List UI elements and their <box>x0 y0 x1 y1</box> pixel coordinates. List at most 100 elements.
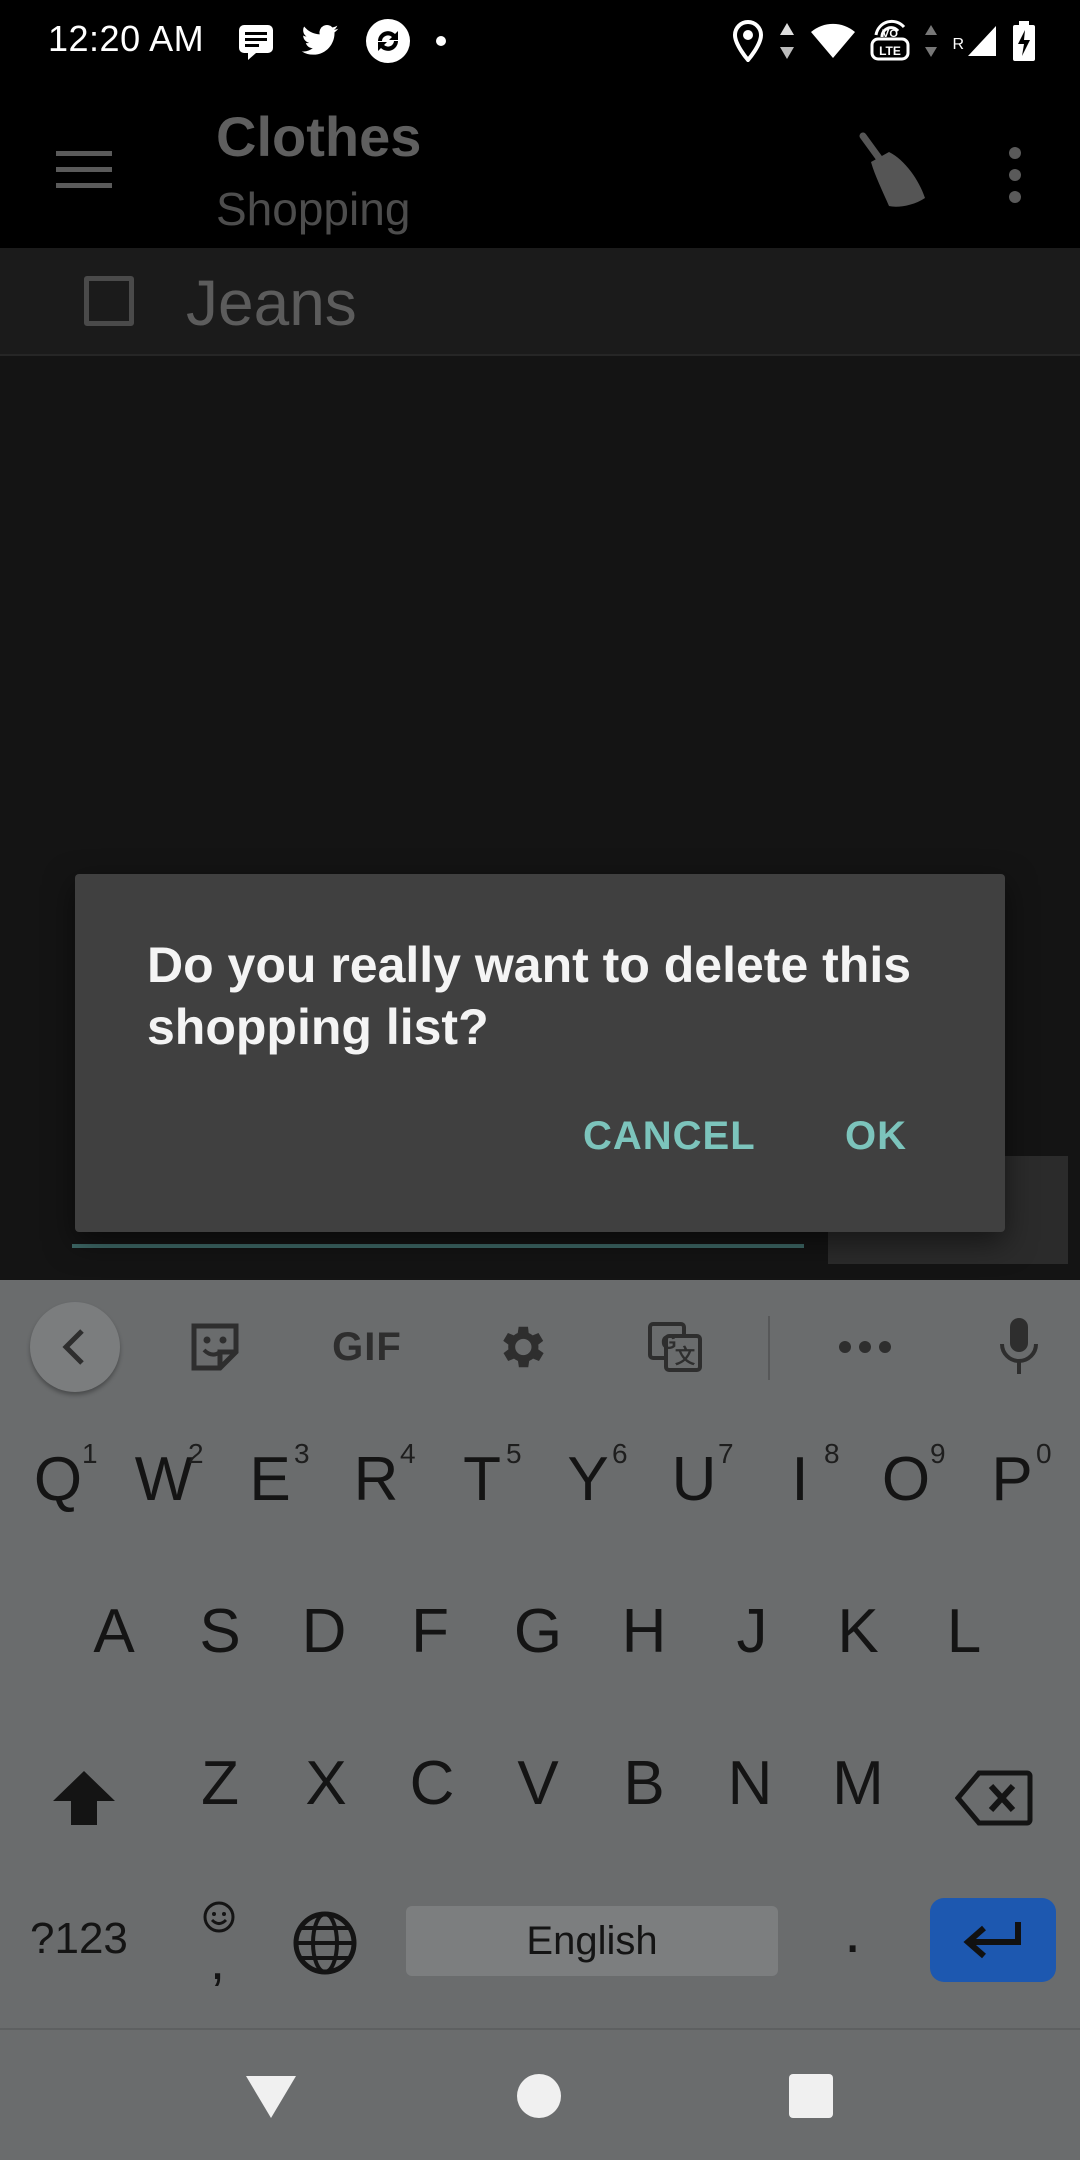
more-icon <box>839 1341 891 1353</box>
back-triangle-icon <box>246 2076 296 2118</box>
key-hint: 6 <box>612 1438 628 1469</box>
backspace-key[interactable] <box>944 1758 1044 1838</box>
data-arrows-icon <box>924 21 938 61</box>
key-a[interactable]: A <box>64 1596 164 1667</box>
message-icon <box>236 21 276 61</box>
delete-confirm-dialog: Do you really want to delete this shoppi… <box>75 874 1005 1232</box>
key-g[interactable]: G <box>488 1596 588 1667</box>
dialog-message: Do you really want to delete this shoppi… <box>147 937 912 1055</box>
menu-button[interactable] <box>42 134 126 204</box>
nav-home-button[interactable] <box>504 2066 574 2126</box>
svg-text:LTE: LTE <box>880 44 902 58</box>
roaming-label: R <box>952 36 964 53</box>
key-m[interactable]: M <box>808 1748 908 1819</box>
key-d[interactable]: D <box>274 1596 374 1667</box>
menu-icon <box>56 151 112 188</box>
battery-icon <box>1012 20 1036 62</box>
enter-key[interactable] <box>930 1898 1056 1982</box>
mic-icon <box>1000 1318 1038 1374</box>
symbols-key[interactable]: ?123 <box>30 1914 128 1964</box>
emoji-comma-key[interactable]: , <box>196 1900 242 1991</box>
key-s[interactable]: S <box>170 1596 270 1667</box>
gif-button[interactable]: GIF <box>322 1302 412 1392</box>
key-hint: 5 <box>506 1438 522 1469</box>
globe-icon <box>293 1911 357 1975</box>
location-icon <box>732 20 764 62</box>
wifi-icon <box>810 22 856 60</box>
key-f[interactable]: F <box>380 1596 480 1667</box>
more-options-button[interactable] <box>990 130 1040 220</box>
page-subtitle: Shopping <box>216 183 411 235</box>
mic-button[interactable] <box>984 1302 1054 1392</box>
key-b[interactable]: B <box>594 1748 694 1819</box>
gif-icon: GIF <box>332 1324 402 1369</box>
svg-text:VO: VO <box>882 28 898 40</box>
key-j[interactable]: J <box>702 1596 802 1667</box>
ok-button[interactable]: OK <box>845 1114 907 1159</box>
item-label: Jeans <box>186 267 357 339</box>
key-c[interactable]: C <box>382 1748 482 1819</box>
signal-icon: R <box>952 24 998 58</box>
list-item[interactable]: Jeans <box>0 248 1080 356</box>
translate-button[interactable]: G文 <box>640 1302 710 1392</box>
key-hint: 7 <box>718 1438 734 1469</box>
cancel-button[interactable]: CANCEL <box>583 1114 756 1159</box>
translate-icon: G文 <box>648 1322 702 1372</box>
settings-icon <box>503 1326 544 1368</box>
notification-icons <box>236 16 448 66</box>
period-key[interactable]: . <box>844 1896 861 1967</box>
more-button[interactable] <box>830 1302 900 1392</box>
key-l[interactable]: L <box>914 1596 1014 1667</box>
page-title: Clothes <box>216 105 422 168</box>
key-h[interactable]: H <box>594 1596 694 1667</box>
key-hint: 0 <box>1036 1438 1052 1469</box>
nav-back-button[interactable] <box>236 2066 306 2126</box>
toolbar-back-button[interactable] <box>30 1302 120 1392</box>
backspace-icon <box>955 1770 1033 1826</box>
key-hint: 4 <box>400 1438 416 1469</box>
data-arrows-icon <box>778 21 796 61</box>
home-circle-icon <box>517 2074 561 2118</box>
language-key[interactable] <box>290 1908 360 1978</box>
system-icons: LTE VO R <box>732 14 1036 68</box>
key-hint: 3 <box>294 1438 310 1469</box>
app-bar: Clothes Shopping <box>0 82 1080 248</box>
sticker-button[interactable] <box>180 1302 250 1392</box>
shift-key[interactable] <box>44 1758 124 1838</box>
key-n[interactable]: N <box>700 1748 800 1819</box>
nav-recents-button[interactable] <box>776 2066 846 2126</box>
key-v[interactable]: V <box>488 1748 588 1819</box>
clear-list-button[interactable] <box>834 122 944 222</box>
keyboard-toolbar: GIF G文 <box>0 1280 1080 1410</box>
key-z[interactable]: Z <box>170 1748 270 1819</box>
comma-label: , <box>210 1931 226 1991</box>
dot-icon <box>434 34 448 48</box>
key-hint: 9 <box>930 1438 946 1469</box>
shift-icon <box>53 1771 115 1825</box>
svg-text:文: 文 <box>675 1344 696 1368</box>
volte-icon: LTE VO <box>870 19 910 63</box>
enter-icon <box>963 1922 1021 1959</box>
settings-button[interactable] <box>486 1302 556 1392</box>
twitter-icon <box>298 21 342 61</box>
item-checkbox[interactable] <box>84 276 134 326</box>
input-underline <box>72 1244 804 1248</box>
key-hint: 2 <box>188 1438 204 1469</box>
emoji-icon <box>203 1901 235 1933</box>
key-hint: 1 <box>82 1438 98 1469</box>
key-x[interactable]: X <box>276 1748 376 1819</box>
key-k[interactable]: K <box>808 1596 908 1667</box>
navigation-bar <box>0 2028 1080 2160</box>
soft-keyboard: GIF G文 Q 1 W 2 E 3 R 4 T 5 Y 6 U 7 I 8 O… <box>0 1280 1080 2028</box>
back-icon <box>62 1329 84 1365</box>
key-hint: 8 <box>824 1438 840 1469</box>
space-bar[interactable]: English <box>406 1906 778 1976</box>
sticker-icon <box>191 1323 239 1371</box>
status-time: 12:20 AM <box>48 18 205 59</box>
toolbar-separator <box>768 1316 770 1380</box>
recents-square-icon <box>789 2074 833 2118</box>
status-bar: 12:20 AM LTE VO R <box>0 0 1080 82</box>
sync-app-icon <box>364 17 412 65</box>
broom-icon <box>859 132 925 207</box>
more-vert-icon <box>1009 147 1021 203</box>
